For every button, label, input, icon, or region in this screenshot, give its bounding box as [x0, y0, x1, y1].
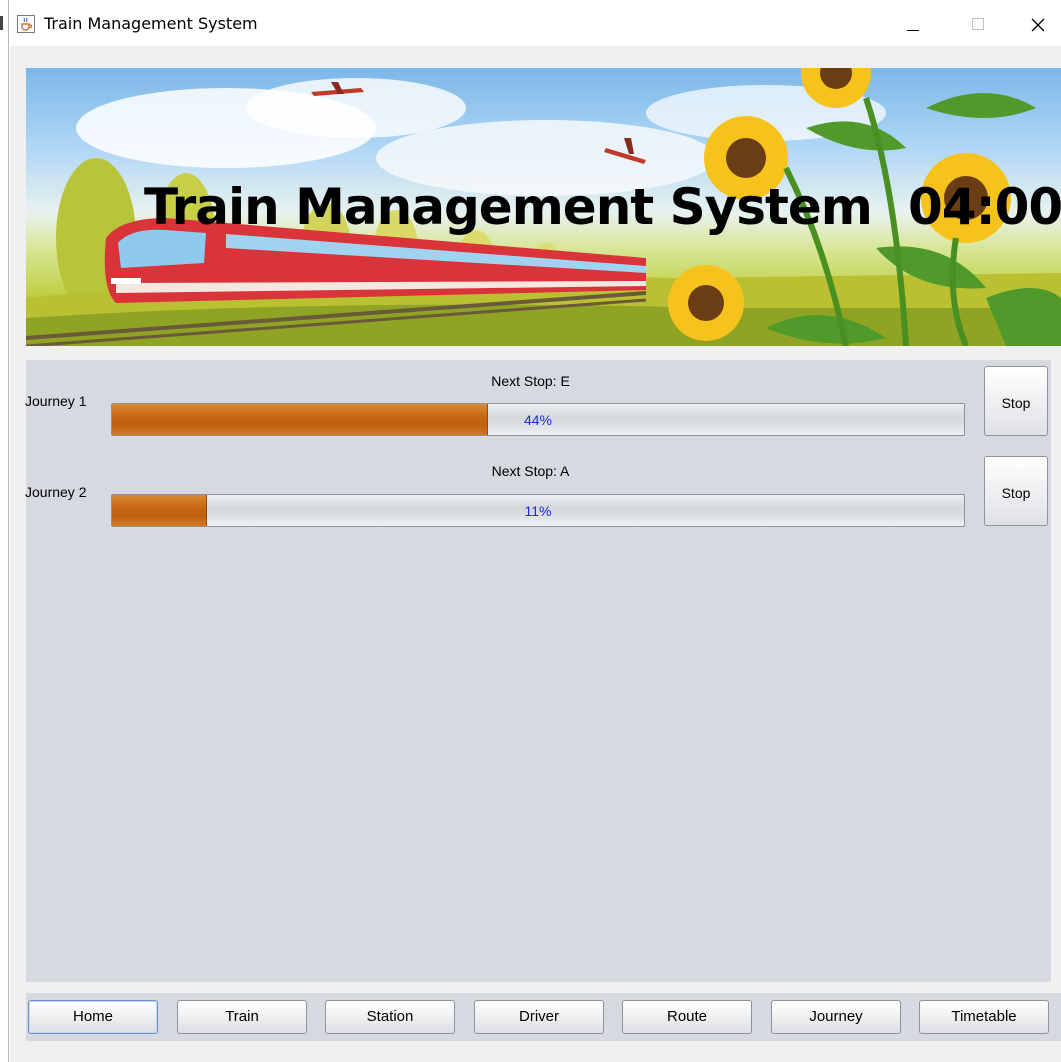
stop-button[interactable]: Stop — [984, 456, 1048, 526]
journey-label: Journey 2 — [25, 484, 87, 500]
banner-title: Train Management System — [144, 178, 873, 236]
banner: Train Management System 04:00 — [26, 68, 1061, 346]
edge-line — [8, 0, 9, 1062]
nav-button-train[interactable]: Train — [177, 1000, 307, 1034]
nav-button-journey[interactable]: Journey — [771, 1000, 901, 1034]
journey-panel — [26, 360, 1051, 982]
nav-button-home[interactable]: Home — [28, 1000, 158, 1034]
clock: 04:00 — [908, 178, 1061, 236]
java-cup-icon — [17, 15, 35, 33]
maximize-icon — [972, 18, 984, 30]
journey-progress-bar: 11% — [111, 494, 965, 527]
close-icon — [1031, 18, 1045, 32]
journey-label: Journey 1 — [25, 393, 87, 409]
app-window: Train Management System Train Management… — [10, 0, 1061, 1062]
journey-progress-bar: 44% — [111, 403, 965, 436]
minimize-icon — [907, 30, 919, 31]
progress-text: 44% — [523, 412, 553, 428]
maximize-button[interactable] — [955, 0, 1001, 46]
nav-button-route[interactable]: Route — [622, 1000, 752, 1034]
minimize-button[interactable] — [890, 0, 936, 46]
next-stop-label: Next Stop: E — [491, 373, 570, 389]
title-bar: Train Management System — [10, 0, 1061, 46]
progress-text: 11% — [524, 503, 552, 519]
nav-button-timetable[interactable]: Timetable — [919, 1000, 1049, 1034]
nav-button-station[interactable]: Station — [325, 1000, 455, 1034]
edge-mark — [0, 16, 3, 30]
nav-button-driver[interactable]: Driver — [474, 1000, 604, 1034]
close-button[interactable] — [1015, 0, 1061, 46]
next-stop-label: Next Stop: A — [491, 463, 570, 479]
left-edge — [0, 0, 10, 1062]
stop-button[interactable]: Stop — [984, 366, 1048, 436]
window-title: Train Management System — [44, 14, 258, 33]
